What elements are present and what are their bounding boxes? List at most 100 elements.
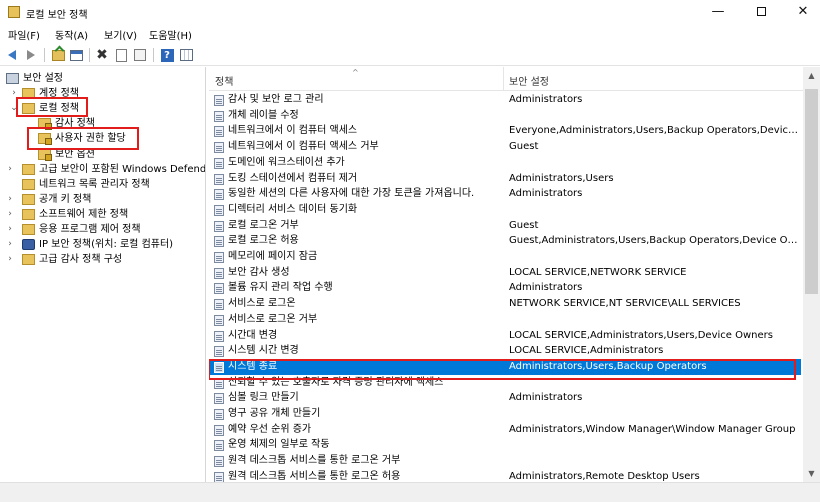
show-hide-console-tree-icon xyxy=(69,49,83,61)
security-setting-value: Guest xyxy=(509,141,539,153)
list-item[interactable]: 볼륨 유지 관리 작업 수행 Administrators xyxy=(209,280,801,296)
list-item[interactable]: 심볼 링크 만들기 Administrators xyxy=(209,390,801,406)
security-setting-value: Administrators xyxy=(509,282,583,294)
vertical-scrollbar[interactable]: ▲ ▼ xyxy=(803,67,820,482)
close-button[interactable]: ✕ xyxy=(782,0,820,24)
list-item[interactable]: 도메인에 워크스테이션 추가 xyxy=(209,155,801,171)
list-item[interactable]: 디렉터리 서비스 데이터 동기화 xyxy=(209,202,801,218)
expand-icon[interactable]: › xyxy=(6,252,14,267)
menu-view[interactable]: 보기(V) xyxy=(104,27,137,42)
folder-icon xyxy=(22,179,35,190)
list-item[interactable]: 네트워크에서 이 컴퓨터 액세스 거부 Guest xyxy=(209,139,801,155)
folder-icon xyxy=(22,194,35,205)
expand-icon[interactable]: › xyxy=(6,192,14,207)
list-item[interactable]: 로컬 로그온 허용 Guest,Administrators,Users,Back… xyxy=(209,233,801,249)
policy-name: 네트워크에서 이 컴퓨터 액세스 거부 xyxy=(228,141,379,153)
scroll-down-icon[interactable]: ▼ xyxy=(803,465,820,482)
menu-help[interactable]: 도움말(H) xyxy=(149,27,192,42)
security-setting-value: NETWORK SERVICE,NT SERVICE\ALL SERVICES xyxy=(509,298,741,310)
list-item[interactable]: 시스템 시간 변경 LOCAL SERVICE,Administrators xyxy=(209,343,801,359)
policy-name: 도메인에 워크스테이션 추가 xyxy=(228,156,345,168)
policy-name: 감사 및 보안 로그 관리 xyxy=(228,94,324,105)
toolbar-separator xyxy=(44,48,45,62)
list-item[interactable]: 운영 체제의 일부로 작동 xyxy=(209,437,801,453)
list-item[interactable]: 메모리에 페이지 잠금 xyxy=(209,249,801,265)
policy-icon xyxy=(214,456,224,468)
list-item[interactable]: 서비스로 로그온 NETWORK SERVICE,NT SERVICE\ALL S… xyxy=(209,296,801,312)
policy-name: 로컬 로그온 허용 xyxy=(228,235,299,247)
folder-icon xyxy=(22,209,35,220)
export-list-button[interactable] xyxy=(132,47,148,63)
local-security-policy-icon xyxy=(8,6,20,18)
delete-button[interactable]: ✖ xyxy=(94,47,110,63)
policy-list[interactable]: ^ 정책 보안 설정 감사 및 보안 로그 관리 Administrators 개체… xyxy=(209,67,820,482)
security-setting-value: Administrators xyxy=(509,94,583,105)
menu-action[interactable]: 동작(A) xyxy=(55,27,88,42)
show-hide-console-tree-button[interactable] xyxy=(68,47,84,63)
help-button[interactable]: ? xyxy=(159,47,175,63)
policy-icon xyxy=(214,346,224,358)
tree-item-label: 소프트웨어 제한 정책 xyxy=(39,209,129,220)
list-item[interactable]: 로컬 로그온 거부 Guest xyxy=(209,218,801,234)
view-button[interactable] xyxy=(178,47,194,63)
scrollbar-thumb[interactable] xyxy=(805,89,818,294)
tree-item-label: 응용 프로그램 제어 정책 xyxy=(39,224,141,235)
policy-icon xyxy=(214,314,224,326)
policy-name: 심볼 링크 만들기 xyxy=(228,392,299,404)
list-item[interactable]: 보안 감사 생성 LOCAL SERVICE,NETWORK SERVICE xyxy=(209,265,801,281)
window-title: 로컬 보안 정책 xyxy=(26,10,88,21)
tree-item-label: 공개 키 정책 xyxy=(39,194,92,205)
security-settings-icon xyxy=(6,73,19,84)
forward-button[interactable] xyxy=(23,47,39,63)
policy-icon xyxy=(214,173,224,185)
scroll-up-icon[interactable]: ▲ xyxy=(803,67,820,84)
expand-icon[interactable]: › xyxy=(6,222,14,237)
minimize-button[interactable]: — xyxy=(697,0,739,24)
maximize-button[interactable] xyxy=(740,0,782,24)
folder-icon xyxy=(22,224,35,235)
policy-name: 운영 체제의 일부로 작동 xyxy=(228,439,330,451)
list-item[interactable]: 영구 공유 개체 만들기 xyxy=(209,406,801,422)
export-list-icon xyxy=(134,49,146,61)
policy-icon xyxy=(214,393,224,405)
policy-icon xyxy=(214,252,224,263)
folder-icon xyxy=(22,164,35,175)
menu-bar: 파일(F) 동작(A) 보기(V) 도움말(H) xyxy=(0,25,820,43)
list-item[interactable]: 원격 데스크톱 서비스를 통한 로그온 허용 Administrators,Rem… xyxy=(209,469,801,482)
properties-icon xyxy=(115,48,127,62)
highlight-box-user-rights xyxy=(27,127,139,150)
policy-icon xyxy=(214,267,224,279)
properties-button[interactable] xyxy=(113,47,129,63)
column-header-security-setting[interactable]: 보안 설정 xyxy=(509,73,549,88)
console-tree[interactable]: 보안 설정 › 계정 정책 ⌄ 로컬 정책 감사 정책 사용자 권한 할당 보안… xyxy=(0,67,206,482)
list-item[interactable]: 감사 및 보안 로그 관리 Administrators xyxy=(209,92,801,108)
menu-file[interactable]: 파일(F) xyxy=(8,27,40,42)
list-item[interactable]: 시간대 변경 LOCAL SERVICE,Administrators,Users… xyxy=(209,328,801,344)
list-item[interactable]: 개체 레이블 수정 xyxy=(209,108,801,124)
policy-icon xyxy=(214,126,224,138)
list-item[interactable]: 서비스로 로그온 거부 xyxy=(209,312,801,328)
column-header-policy[interactable]: 정책 xyxy=(215,73,233,88)
delete-icon: ✖ xyxy=(96,47,108,63)
policy-icon xyxy=(214,220,224,232)
tree-item-label: 고급 감사 정책 구성 xyxy=(39,254,123,265)
policy-icon xyxy=(214,471,224,482)
list-item[interactable]: 도킹 스테이션에서 컴퓨터 제거 Administrators,Users xyxy=(209,171,801,187)
view-icon xyxy=(179,49,193,61)
help-icon: ? xyxy=(160,48,174,62)
back-button[interactable] xyxy=(4,47,20,63)
list-item[interactable]: 네트워크에서 이 컴퓨터 액세스 Everyone,Administrators,… xyxy=(209,123,801,139)
policy-name: 보안 감사 생성 xyxy=(228,266,290,278)
security-setting-value: LOCAL SERVICE,Administrators,Users,Devic… xyxy=(509,329,773,341)
column-divider[interactable] xyxy=(503,67,504,91)
up-one-level-button[interactable] xyxy=(50,47,66,63)
tree-item-label: IP 보안 정책(위치: 로컬 컴퓨터) xyxy=(39,239,174,250)
expand-icon[interactable]: › xyxy=(6,207,14,222)
list-item[interactable]: 원격 데스크톱 서비스를 통한 로그온 거부 xyxy=(209,453,801,469)
list-item[interactable]: 동일한 세션의 다른 사용자에 대한 가장 토큰을 가져옵니다. Administ… xyxy=(209,186,801,202)
expand-icon[interactable]: › xyxy=(6,237,14,252)
expand-icon[interactable]: › xyxy=(6,162,14,177)
list-item[interactable]: 예약 우선 순위 증가 Administrators,Window Manager… xyxy=(209,422,801,438)
policy-icon xyxy=(214,95,224,106)
security-setting-value: Administrators xyxy=(509,188,583,200)
